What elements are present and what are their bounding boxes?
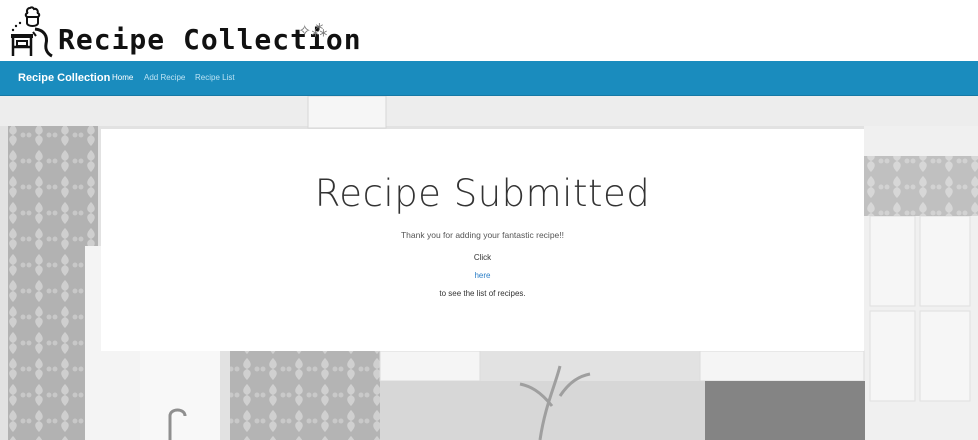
- recipe-list-link[interactable]: here: [101, 270, 864, 282]
- nav-link-recipe-list[interactable]: Recipe List: [195, 71, 235, 85]
- to-see-text: to see the list of recipes.: [439, 289, 526, 298]
- sparkle-icon: ✧⁂: [298, 23, 328, 40]
- page-title: Recipe Submitted: [314, 172, 651, 215]
- chef-cooking-icon: [11, 6, 53, 58]
- top-navbar: Recipe Collection Home Add Recipe Recipe…: [0, 61, 978, 96]
- nav-link-home[interactable]: Home: [112, 71, 133, 85]
- thanks-message: Thank you for adding your fantastic reci…: [400, 230, 564, 240]
- page: Recipe Collection ✧⁂ Recipe Collection H…: [0, 0, 978, 440]
- logo-header: Recipe Collection ✧⁂: [0, 0, 978, 61]
- navbar-brand[interactable]: Recipe Collection: [18, 70, 110, 86]
- nav-link-add-recipe[interactable]: Add Recipe: [144, 71, 185, 85]
- click-text: Click: [473, 253, 492, 262]
- submission-card: Recipe Submitted Thank you for adding yo…: [101, 129, 864, 351]
